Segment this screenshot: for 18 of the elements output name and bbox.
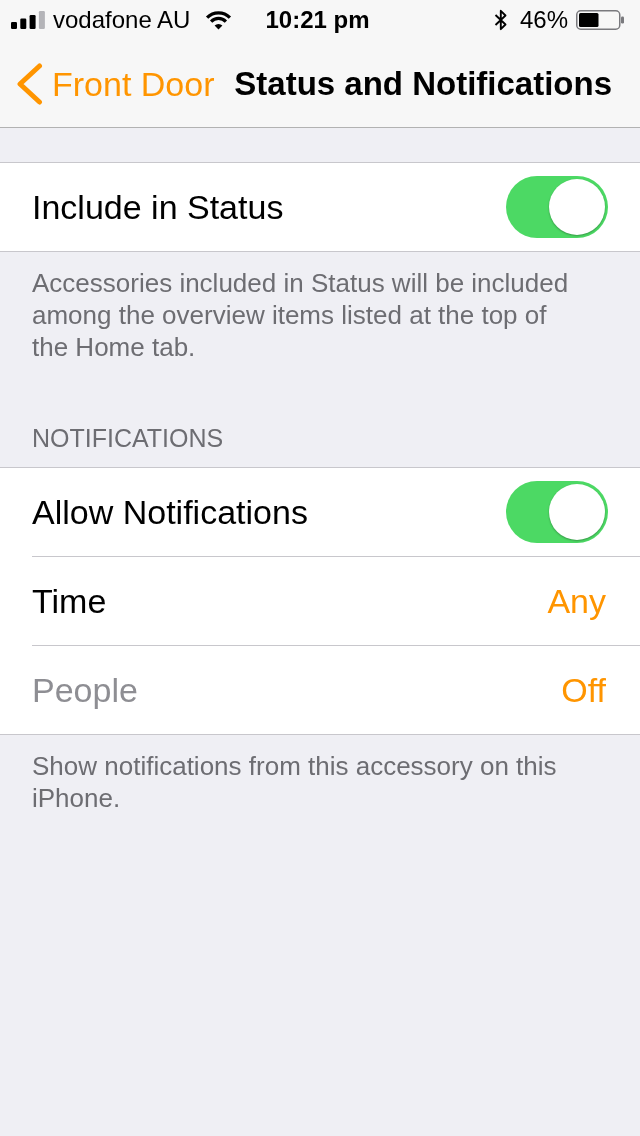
row-label: Time: [32, 581, 107, 621]
bluetooth-icon: [493, 9, 508, 31]
section-footer: Accessories included in Status will be included among the overview items listed at the top of the Home tab.: [0, 252, 640, 363]
row-value[interactable]: Any: [547, 581, 606, 621]
battery-percent: 46%: [519, 6, 568, 34]
signal-icon: [11, 11, 45, 29]
row-label: Include in Status: [32, 187, 284, 227]
wifi-icon: [205, 10, 233, 30]
status-time: 10:21 pm: [265, 6, 370, 34]
back-button[interactable]: Front Door: [16, 62, 215, 105]
chevron-left-icon: [16, 62, 43, 105]
nav-title: Status and Notifications: [234, 63, 612, 104]
carrier-name: vodafone AU: [53, 6, 191, 34]
section-footer: Show notifications from this accessory on this iPhone.: [0, 735, 640, 814]
battery-icon: [576, 10, 624, 30]
row-label: People: [32, 670, 138, 710]
row-label: Allow Notifications: [32, 492, 308, 532]
section-header: NOTIFICATIONS: [31, 423, 225, 454]
